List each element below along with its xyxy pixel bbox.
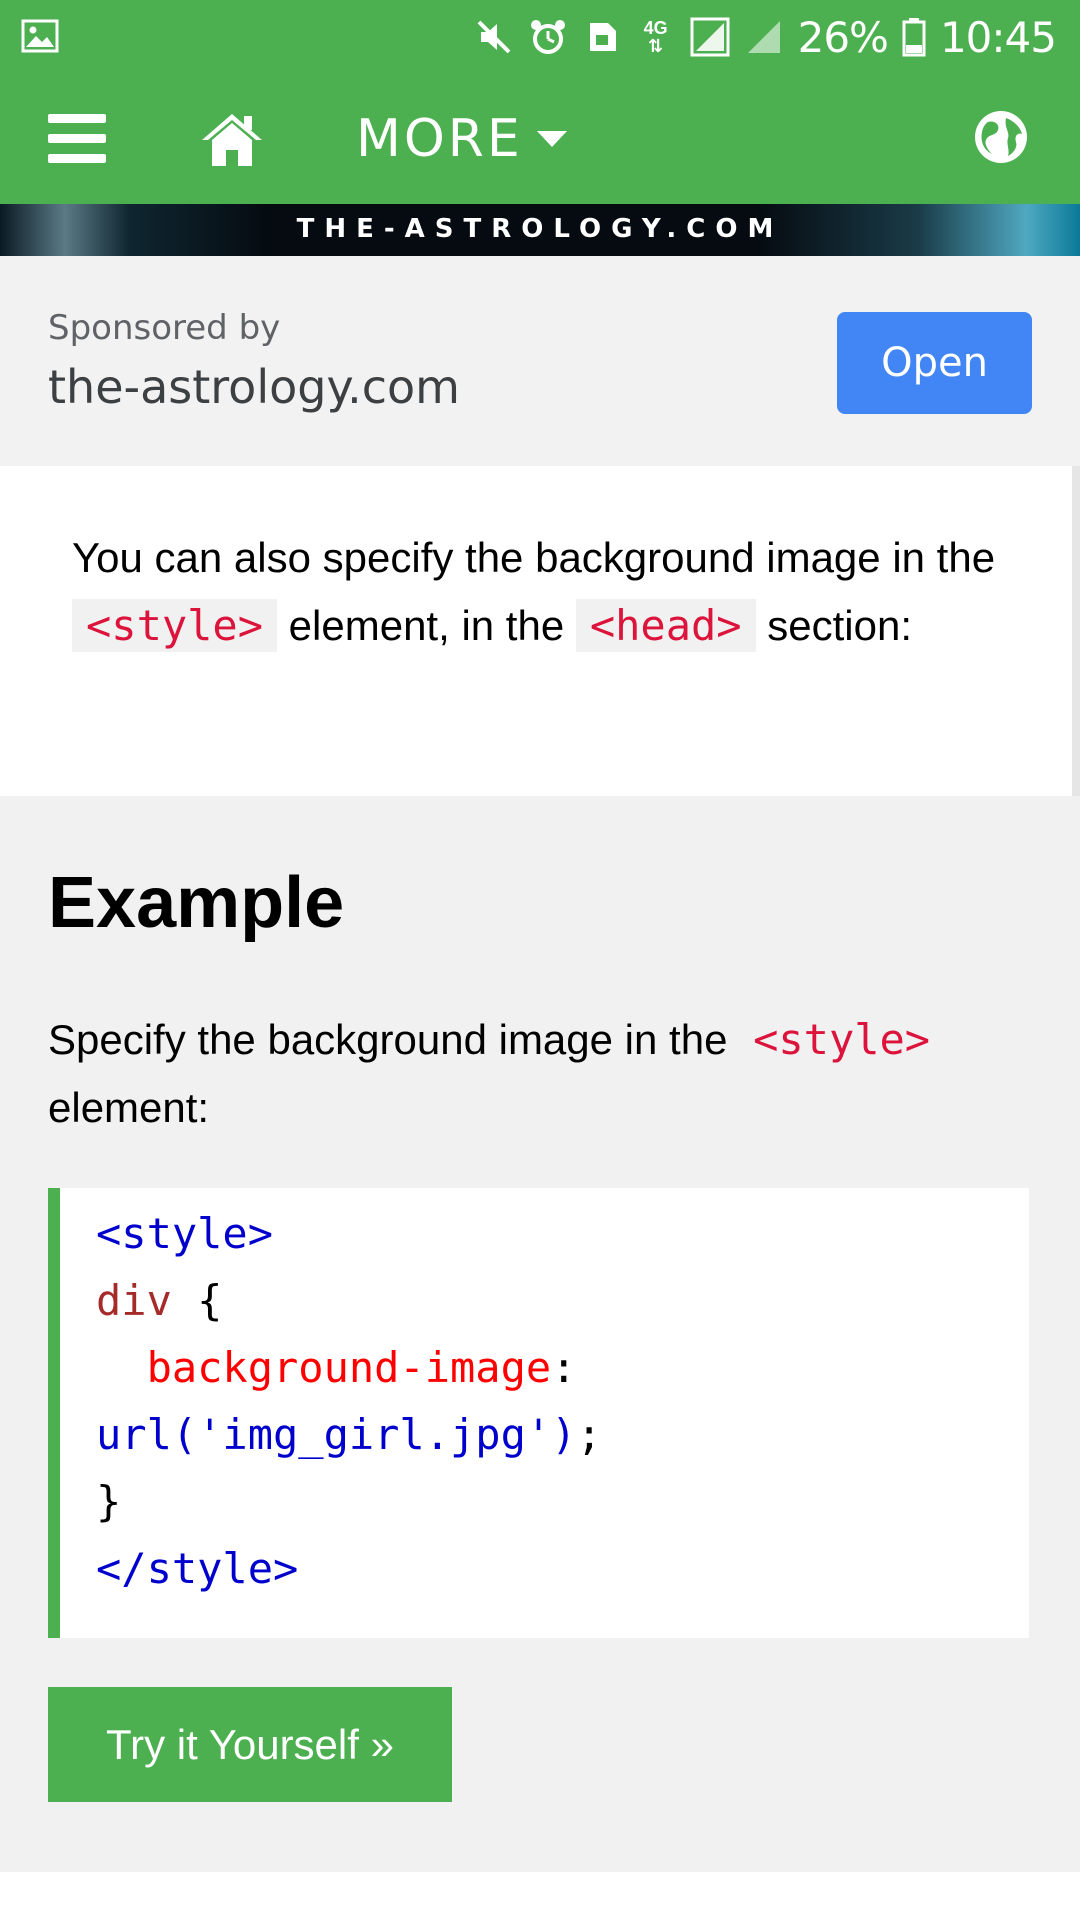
battery-percent: 26% xyxy=(797,12,889,62)
desc-inline-code: <style> xyxy=(753,1015,931,1064)
banner-text: THE-ASTROLOGY.COM xyxy=(296,214,784,244)
home-icon[interactable] xyxy=(200,110,264,168)
try-it-yourself-button[interactable]: Try it Yourself » xyxy=(48,1687,452,1802)
gallery-notification-icon xyxy=(20,16,60,56)
lock-screen-icon xyxy=(582,17,622,57)
intro-text-3: section: xyxy=(755,602,912,649)
intro-paragraph: You can also specify the background imag… xyxy=(72,524,1012,660)
code-brace-open: { xyxy=(171,1276,223,1325)
scrollbar[interactable] xyxy=(1072,466,1080,796)
network-label: 4G xyxy=(643,18,668,38)
menu-icon[interactable] xyxy=(48,114,106,164)
intro-text-1: You can also specify the background imag… xyxy=(72,534,996,581)
more-menu-button[interactable]: MORE xyxy=(356,104,567,174)
intro-section: You can also specify the background imag… xyxy=(0,466,1080,796)
code-colon: : xyxy=(551,1343,577,1392)
status-bar: 4G ⇅ 26% 10:45 xyxy=(0,0,1080,74)
signal-icon xyxy=(690,17,730,57)
inline-code-head: <head> xyxy=(575,599,756,652)
code-line-6: </style> xyxy=(96,1544,299,1593)
desc-text-2: element: xyxy=(48,1084,210,1131)
example-description: Specify the background image in the <sty… xyxy=(48,1006,1038,1142)
open-button[interactable]: Open xyxy=(837,312,1032,414)
code-selector: div xyxy=(96,1276,172,1325)
code-brace-close: } xyxy=(96,1477,122,1526)
next-section xyxy=(0,1872,1080,1920)
intro-text-2: element, in the xyxy=(277,602,576,649)
ad-banner[interactable]: THE-ASTROLOGY.COM xyxy=(0,204,1080,256)
globe-icon[interactable] xyxy=(974,110,1028,164)
alarm-icon xyxy=(528,17,568,57)
code-line-1: <style> xyxy=(96,1209,274,1258)
desc-text-1: Specify the background image in the xyxy=(48,1016,740,1063)
battery-icon xyxy=(902,17,926,57)
signal-secondary-icon xyxy=(744,17,784,57)
code-semicolon: ; xyxy=(576,1410,602,1459)
inline-code-style: <style> xyxy=(72,599,278,652)
code-example: <style> div { background-image: url('img… xyxy=(48,1188,1029,1638)
clock: 10:45 xyxy=(939,12,1057,62)
top-nav: MORE xyxy=(0,74,1080,204)
caret-down-icon xyxy=(536,131,567,147)
sponsored-by-label: Sponsored by xyxy=(48,308,281,348)
example-heading: Example xyxy=(48,863,345,943)
sponsor-domain[interactable]: the-astrology.com xyxy=(48,360,460,414)
more-label: MORE xyxy=(356,109,523,169)
network-type: 4G ⇅ xyxy=(643,18,668,56)
sponsor-section: Sponsored by the-astrology.com Open xyxy=(0,256,1080,466)
mute-icon xyxy=(474,17,514,57)
code-value: url('img_girl.jpg') xyxy=(96,1410,577,1459)
code-property: background-image xyxy=(96,1343,552,1392)
